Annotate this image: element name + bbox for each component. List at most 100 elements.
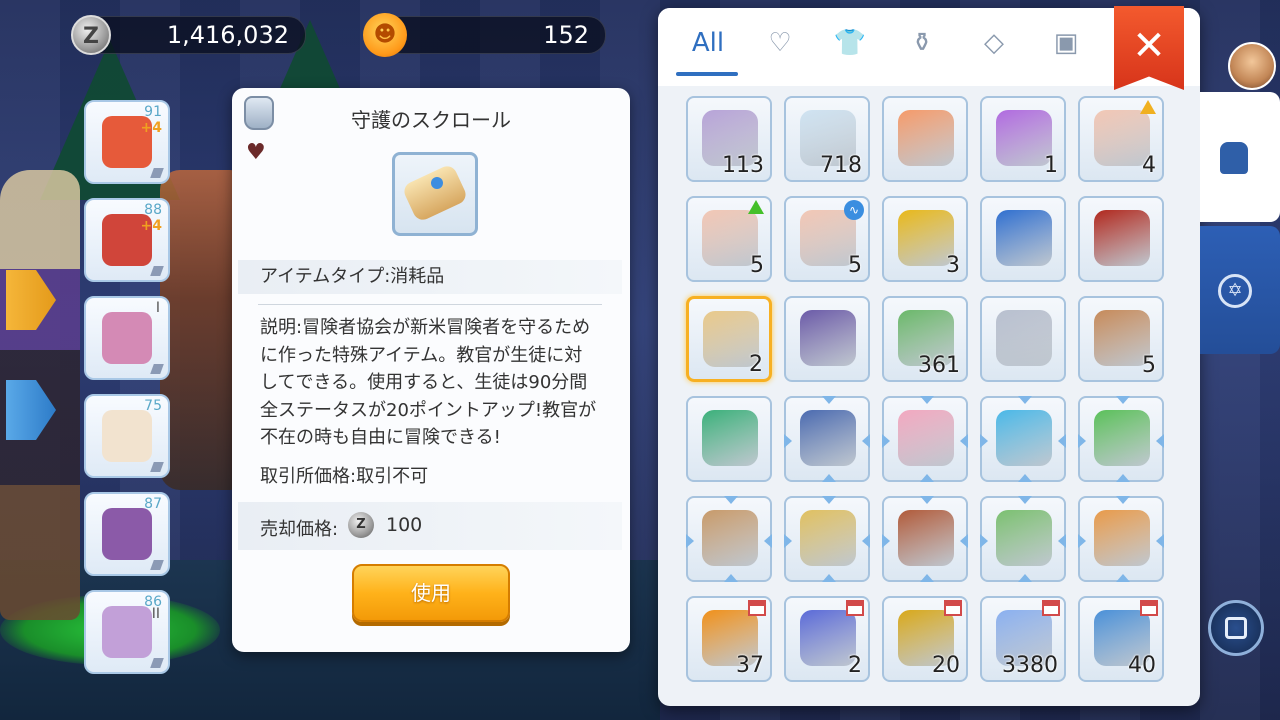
item-quantity: 5 — [1142, 353, 1156, 378]
green-backpack-icon — [702, 410, 758, 466]
inventory-slot-orb-stand[interactable] — [980, 396, 1066, 482]
inventory-slot-pink-box[interactable] — [882, 396, 968, 482]
set-arrow-icon — [1078, 534, 1086, 548]
inventory-slot-purple-wing[interactable]: 1 — [980, 96, 1066, 182]
equipment-slot[interactable]: 91 +4 — [84, 100, 170, 184]
active-tab-indicator — [676, 72, 738, 76]
inventory-panel: All ♡ 👕 ⚱ ◇ ▣ ✕ 113 718 1 4 5 ∿ 5 3 2 361 5 37 2 20 33… — [658, 6, 1200, 706]
exit-view-button[interactable] — [1208, 600, 1264, 656]
inventory-slot-chalice[interactable]: 4 — [1078, 96, 1164, 182]
inventory-slot-crystal[interactable]: 3380 — [980, 596, 1066, 682]
pink-box-icon — [898, 410, 954, 466]
item-quantity: 718 — [820, 153, 862, 178]
inventory-slot-red-card[interactable] — [1078, 196, 1164, 282]
set-arrow-icon — [764, 534, 772, 548]
item-description: 説明:冒険者協会が新米冒険者を守るために作った特殊アイテム。教官が生徒に対してで… — [260, 317, 597, 448]
item-detail-panel: ♥ 守護のスクロール アイテムタイプ:消耗品 説明:冒険者協会が新米冒険者を守る… — [232, 88, 630, 652]
set-arrow-icon — [1116, 396, 1130, 404]
magic-side-tab[interactable]: ✡ — [1200, 226, 1280, 354]
inventory-slot-chalice-green[interactable]: 5 — [686, 196, 772, 282]
inventory-slot-blue-shield-card[interactable] — [980, 196, 1066, 282]
equipment-level: 91 — [144, 104, 162, 120]
inventory-slot-butterfly-wing[interactable]: 113 — [686, 96, 772, 182]
set-arrow-icon — [822, 396, 836, 404]
scroll-icon — [401, 163, 469, 223]
item-quantity: 3380 — [1002, 653, 1058, 678]
inventory-slot-chalice-blue[interactable]: ∿ 5 — [784, 196, 870, 282]
set-arrow-icon — [686, 534, 694, 548]
green-card-icon — [1094, 410, 1150, 466]
item-title: 守護のスクロール — [351, 108, 511, 132]
blue-shield-card-icon — [996, 210, 1052, 266]
set-arrow-icon — [1018, 574, 1032, 582]
inventory-slot-blue-book[interactable] — [784, 396, 870, 482]
inventory-slot-guardian-scroll[interactable]: 2 — [686, 296, 772, 382]
enchant-icon — [150, 462, 164, 472]
use-button[interactable]: 使用 — [352, 564, 510, 622]
inventory-slot-gold-coin[interactable]: 20 — [882, 596, 968, 682]
orb-stand-icon — [996, 410, 1052, 466]
inventory-grid: 113 718 1 4 5 ∿ 5 3 2 361 5 37 2 20 3380 40 — [686, 96, 1166, 696]
shop-icon — [1042, 600, 1060, 616]
item-quantity: 4 — [1142, 153, 1156, 178]
tier-mark: II — [151, 606, 160, 622]
tab-diamond-icon[interactable]: ◇ — [972, 28, 1016, 68]
inventory-slot-mystery-box[interactable] — [980, 496, 1066, 582]
equipment-slot[interactable]: 87 — [84, 492, 170, 576]
item-quantity: 40 — [1128, 653, 1156, 678]
set-arrow-icon — [960, 434, 968, 448]
shop-icon — [748, 600, 766, 616]
inventory-slot-potion-bottle[interactable] — [882, 96, 968, 182]
inventory-slot-green-card[interactable] — [1078, 396, 1164, 482]
inventory-slot-open-book[interactable] — [686, 496, 772, 582]
equipment-slot[interactable]: I — [84, 296, 170, 380]
set-arrow-icon — [862, 434, 870, 448]
inventory-slot-pouch[interactable]: 5 — [1078, 296, 1164, 382]
tab-all[interactable]: All — [686, 28, 730, 68]
inventory-slot-gold-pillar[interactable] — [784, 496, 870, 582]
cat-coin-amount: 152 — [543, 21, 589, 49]
tab-armor-icon[interactable]: 👕 — [828, 28, 872, 68]
item-type: アイテムタイプ:消耗品 — [238, 260, 622, 294]
inventory-slot-green-backpack[interactable] — [686, 396, 772, 482]
tab-potion-icon[interactable]: ⚱ — [900, 28, 944, 68]
equipment-slot[interactable]: 88 +4 — [84, 198, 170, 282]
sell-price-label: 売却価格: — [260, 519, 339, 540]
backpack-icon — [1220, 142, 1248, 174]
inventory-slot-orange-bag[interactable] — [1078, 496, 1164, 582]
grade-badge-icon — [748, 200, 764, 214]
bag-side-tab[interactable] — [1200, 92, 1280, 222]
inventory-slot-maple-coin[interactable]: 37 — [686, 596, 772, 682]
avatar[interactable] — [1228, 42, 1276, 90]
set-arrow-icon — [724, 496, 738, 504]
open-book-icon — [702, 510, 758, 566]
potion-bottle-icon — [898, 110, 954, 166]
tab-favorites-heart-icon[interactable]: ♡ — [758, 28, 802, 68]
grade-badge-icon: ∿ — [844, 200, 864, 220]
set-arrow-icon — [822, 496, 836, 504]
inventory-slot-red-diary[interactable] — [882, 496, 968, 582]
scroll-seal-icon — [431, 177, 443, 189]
tab-card-icon[interactable]: ▣ — [1044, 28, 1088, 68]
inventory-slot-silver-sword-coin[interactable] — [980, 296, 1066, 382]
equipment-slot[interactable]: 75 — [84, 394, 170, 478]
set-arrow-icon — [1116, 574, 1130, 582]
item-quantity: 3 — [946, 253, 960, 278]
favorite-heart-icon[interactable]: ♥ — [246, 140, 266, 165]
equipment-level: 88 — [144, 202, 162, 218]
inventory-slot-green-leaf[interactable]: 361 — [882, 296, 968, 382]
exit-icon — [1225, 617, 1247, 639]
item-quantity: 20 — [932, 653, 960, 678]
set-arrow-icon — [980, 434, 988, 448]
orange-bag-icon — [1094, 510, 1150, 566]
equipment-slot[interactable]: 86 II — [84, 590, 170, 674]
inventory-slot-ticket[interactable]: 2 — [784, 596, 870, 682]
inventory-slot-fly-wing[interactable]: 718 — [784, 96, 870, 182]
item-icon-frame — [392, 152, 478, 236]
inventory-slot-medal[interactable]: 40 — [1078, 596, 1164, 682]
set-arrow-icon — [882, 434, 890, 448]
grade-badge-icon — [1140, 100, 1156, 114]
inventory-slot-purple-book[interactable] — [784, 296, 870, 382]
inventory-slot-gold-card[interactable]: 3 — [882, 196, 968, 282]
enchant-icon — [150, 364, 164, 374]
